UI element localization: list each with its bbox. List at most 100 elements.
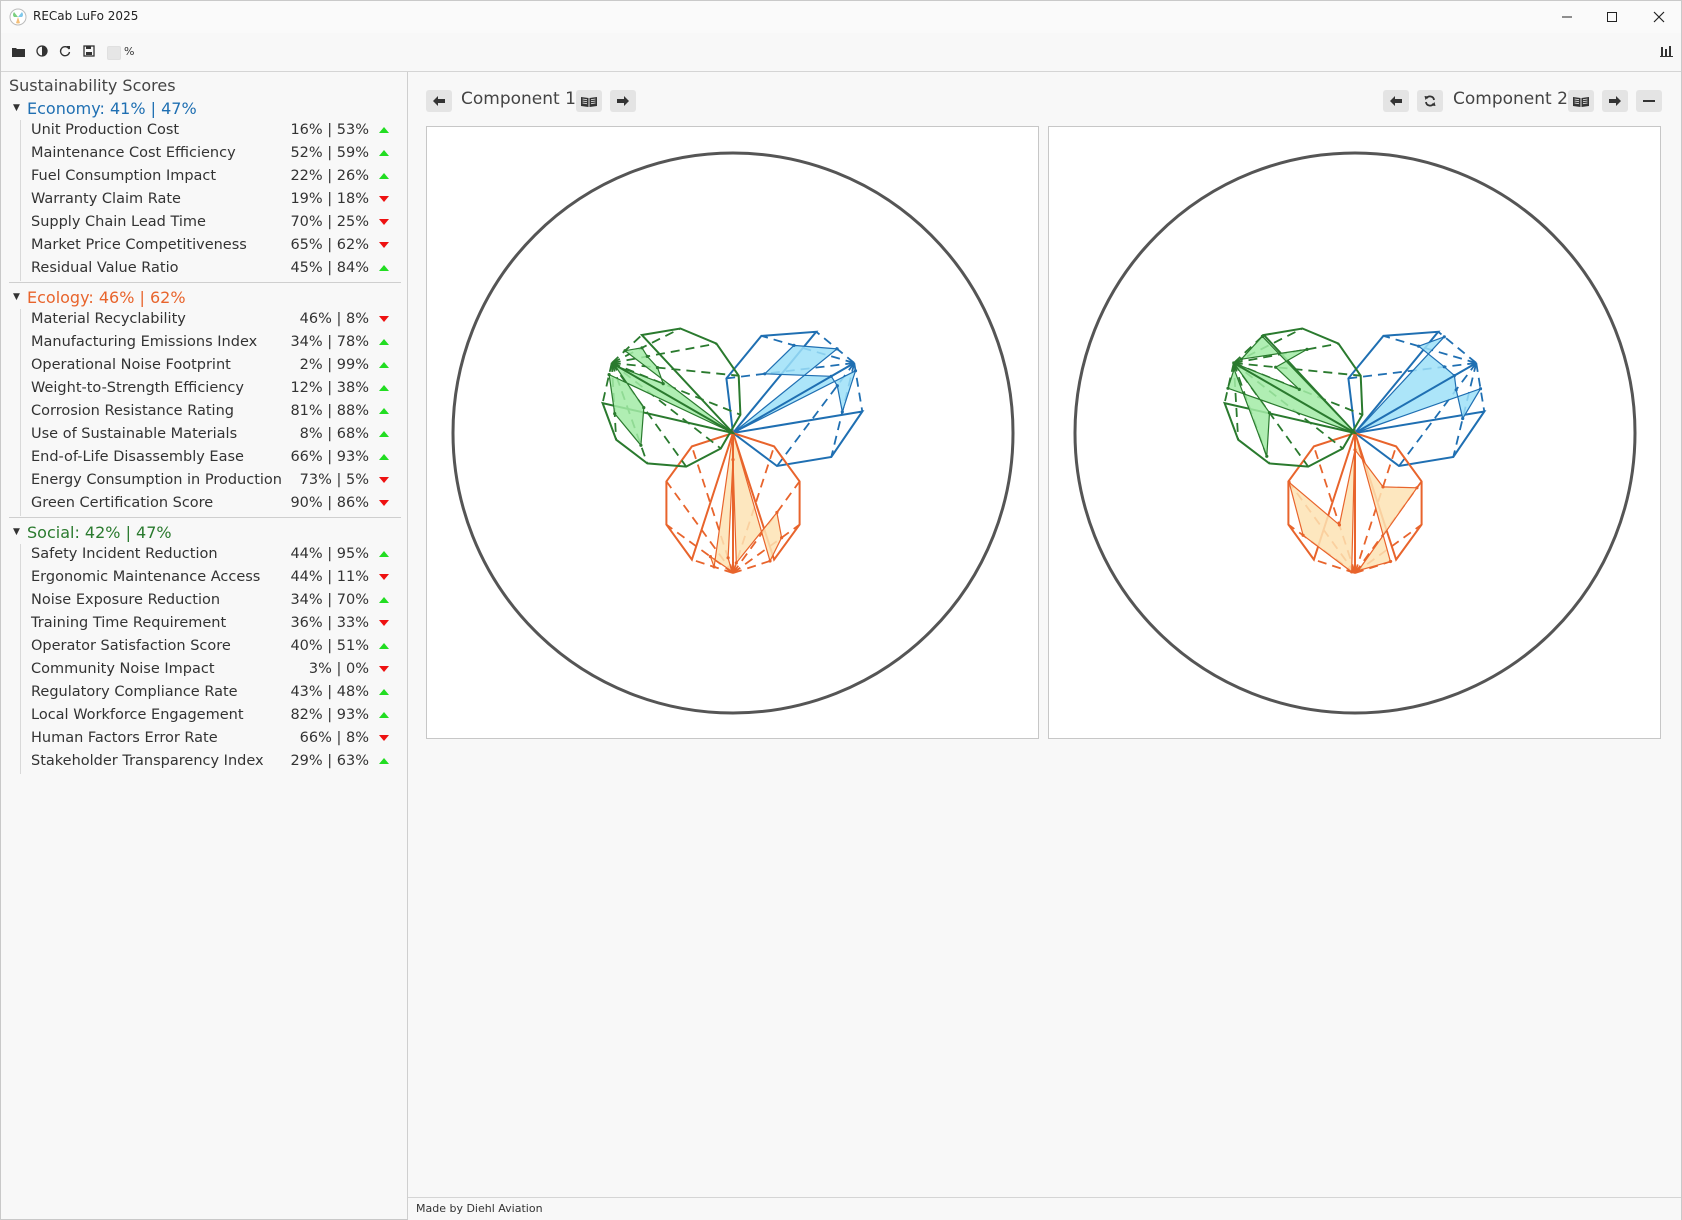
trend-up-icon: [379, 712, 389, 718]
data-point: [1356, 569, 1360, 573]
trend-down-icon: [379, 500, 389, 506]
score-item-label: Human Factors Error Rate: [31, 730, 218, 746]
score-item-value: 34% | 78%: [290, 334, 369, 350]
score-item[interactable]: Market Price Competitiveness 65% | 62%: [31, 235, 401, 257]
data-point: [1239, 357, 1243, 361]
series-social: [1223, 327, 1364, 468]
data-point: [613, 412, 617, 416]
trend-down-icon: [379, 666, 389, 672]
score-item-label: Manufacturing Emissions Index: [31, 334, 258, 350]
series-social: [601, 327, 742, 468]
data-point: [1260, 334, 1264, 338]
score-item[interactable]: Residual Value Ratio 45% | 84%: [31, 258, 401, 280]
score-item-value: 40% | 51%: [290, 638, 369, 654]
score-item[interactable]: Operational Noise Footprint 2% | 99%: [31, 355, 401, 377]
score-item[interactable]: End-of-Life Disassembly Ease 66% | 93%: [31, 447, 401, 469]
score-item-value: 73% | 5%: [299, 472, 369, 488]
app-window: RECab LuFo 2025 % Sustainability Scores …: [0, 0, 1682, 1220]
data-point: [655, 366, 660, 370]
theme-toggle-button[interactable]: [34, 43, 50, 59]
score-item[interactable]: Noise Exposure Reduction 34% | 70%: [31, 590, 401, 612]
component2-prev-button[interactable]: [1383, 90, 1409, 112]
statistics-button[interactable]: [1658, 43, 1674, 59]
component2-radar-chart: [1073, 151, 1637, 715]
score-item[interactable]: Operator Satisfaction Score 40% | 51%: [31, 636, 401, 658]
component2-next-button[interactable]: [1602, 90, 1628, 112]
maximize-button[interactable]: [1602, 7, 1622, 27]
category-header-ecology[interactable]: ▼ Ecology: 46% | 62%: [13, 285, 186, 309]
trend-up-icon: [379, 150, 389, 156]
save-button[interactable]: [81, 43, 97, 59]
score-item[interactable]: Manufacturing Emissions Index 34% | 78%: [31, 332, 401, 354]
data-point: [1287, 480, 1291, 484]
contrast-icon: [36, 45, 48, 57]
category-header-economy[interactable]: ▼ Economy: 41% | 47%: [13, 96, 197, 120]
component2-remove-button[interactable]: [1636, 90, 1662, 112]
toolbar: %: [1, 34, 1681, 72]
score-item[interactable]: Ergonomic Maintenance Access 44% | 11%: [31, 567, 401, 589]
refresh-button[interactable]: [57, 43, 73, 59]
trend-down-icon: [379, 219, 389, 225]
data-point: [607, 373, 611, 377]
component1-chart-panel: [426, 126, 1039, 739]
collapse-triangle-icon[interactable]: ▼: [13, 292, 23, 302]
score-item-label: Fuel Consumption Impact: [31, 168, 217, 184]
component1-radar-chart: [451, 151, 1015, 715]
score-item-label: End-of-Life Disassembly Ease: [31, 449, 244, 465]
component1-prev-button[interactable]: [426, 90, 452, 112]
score-item-value: 66% | 8%: [299, 730, 369, 746]
score-item-label: Regulatory Compliance Rate: [31, 684, 238, 700]
score-item-label: Maintenance Cost Efficiency: [31, 145, 236, 161]
score-item[interactable]: Regulatory Compliance Rate 43% | 48%: [31, 682, 401, 704]
score-item[interactable]: Safety Incident Reduction 44% | 95%: [31, 544, 401, 566]
trend-up-icon: [379, 597, 389, 603]
score-item[interactable]: Training Time Requirement 36% | 33%: [31, 613, 401, 635]
component2-details-button[interactable]: [1568, 90, 1594, 112]
open-folder-button[interactable]: [10, 43, 26, 59]
data-point: [730, 569, 734, 573]
collapse-triangle-icon[interactable]: ▼: [13, 103, 23, 113]
data-point: [1415, 486, 1419, 490]
score-item[interactable]: Maintenance Cost Efficiency 52% | 59%: [31, 143, 401, 165]
trend-up-icon: [379, 454, 389, 460]
score-item-value: 52% | 59%: [290, 145, 369, 161]
minus-icon: [1643, 100, 1655, 102]
score-item[interactable]: Stakeholder Transparency Index 29% | 63%: [31, 751, 401, 773]
trend-down-icon: [379, 735, 389, 741]
data-point: [712, 565, 716, 569]
data-point: [792, 343, 796, 347]
tree-guide-line: [20, 120, 21, 281]
score-item[interactable]: Supply Chain Lead Time 70% | 25%: [31, 212, 401, 234]
trend-down-icon: [379, 316, 389, 322]
score-item[interactable]: Weight-to-Strength Efficiency 12% | 38%: [31, 378, 401, 400]
score-item[interactable]: Green Certification Score 90% | 86%: [31, 493, 401, 515]
trend-up-icon: [379, 339, 389, 345]
category-header-social[interactable]: ▼ Social: 42% | 47%: [13, 520, 172, 544]
score-item[interactable]: Local Workforce Engagement 82% | 93%: [31, 705, 401, 727]
score-item[interactable]: Warranty Claim Rate 19% | 18%: [31, 189, 401, 211]
folder-icon: [11, 47, 25, 57]
minimize-icon: [1562, 16, 1572, 18]
score-item[interactable]: Use of Sustainable Materials 8% | 68%: [31, 424, 401, 446]
category-header-label: Social: 42% | 47%: [27, 522, 172, 542]
component1-details-button[interactable]: [576, 90, 602, 112]
score-item[interactable]: Material Recyclability 46% | 8%: [31, 309, 401, 331]
collapse-triangle-icon[interactable]: ▼: [13, 527, 23, 537]
data-point: [661, 382, 665, 386]
score-item-value: 70% | 25%: [290, 214, 369, 230]
score-item[interactable]: Community Noise Impact 3% | 0%: [31, 659, 401, 681]
score-item[interactable]: Fuel Consumption Impact 22% | 26%: [31, 166, 401, 188]
component2-swap-button[interactable]: [1417, 90, 1443, 112]
trend-down-icon: [379, 196, 389, 202]
minimize-button[interactable]: [1557, 7, 1577, 27]
maximize-icon: [1607, 12, 1617, 22]
score-item[interactable]: Unit Production Cost 16% | 53%: [31, 120, 401, 142]
component1-next-button[interactable]: [610, 90, 636, 112]
score-item[interactable]: Corrosion Resistance Rating 81% | 88%: [31, 401, 401, 423]
percent-checkbox[interactable]: [107, 46, 121, 60]
score-item[interactable]: Energy Consumption in Production 73% | 5%: [31, 470, 401, 492]
close-button[interactable]: [1649, 7, 1669, 27]
score-item[interactable]: Human Factors Error Rate 66% | 8%: [31, 728, 401, 750]
data-point: [1350, 570, 1354, 574]
data-point: [1442, 365, 1446, 369]
